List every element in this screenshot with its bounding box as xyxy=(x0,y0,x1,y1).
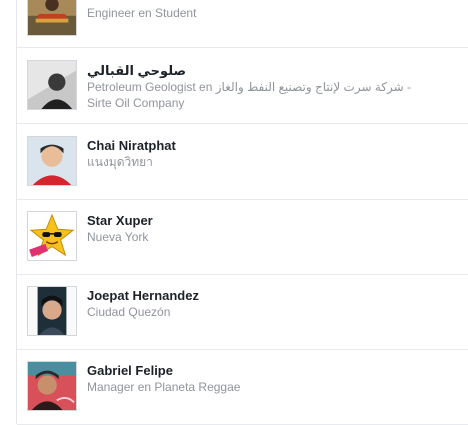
grayscale-portrait-photo xyxy=(28,61,76,109)
list-item: Engineer en Student xyxy=(17,0,468,48)
avatar[interactable] xyxy=(27,60,77,110)
friend-subtitle: Nueva York xyxy=(87,230,149,244)
avatar[interactable] xyxy=(27,0,77,36)
friend-subtitle: แนงมุดวิทยา xyxy=(87,155,153,169)
list-item: صلوحي القبالي Petroleum Geologist en شرك… xyxy=(17,48,468,124)
friend-subtitle: Manager en Planeta Reggae xyxy=(87,380,241,394)
list-item: Star Xuper Nueva York xyxy=(17,199,468,275)
young-man-photo xyxy=(28,287,76,335)
avatar[interactable] xyxy=(27,361,77,411)
cartoon-star-sunglasses xyxy=(28,212,76,260)
list-item: Gabriel Felipe Manager en Planeta Reggae xyxy=(17,349,468,425)
avatar[interactable] xyxy=(27,136,77,186)
avatar[interactable] xyxy=(27,211,77,261)
boy-red-shirt-photo xyxy=(28,137,76,185)
friend-subtitle: Petroleum Geologist en شركة سرت لإنتاج و… xyxy=(87,80,412,110)
friend-name[interactable]: Gabriel Felipe xyxy=(87,363,173,378)
list-item: Joepat Hernandez Ciudad Quezón xyxy=(17,274,468,350)
reggae-portrait-photo xyxy=(28,362,76,410)
friend-name[interactable]: Joepat Hernandez xyxy=(87,288,199,303)
list-item: Chai Niratphat แนงมุดวิทยา xyxy=(17,124,468,200)
friend-name[interactable]: Chai Niratphat xyxy=(87,138,176,153)
avatar[interactable] xyxy=(27,286,77,336)
friend-name[interactable]: صلوحي القبالي xyxy=(87,63,186,79)
guitar-player-photo xyxy=(28,0,76,35)
friends-list: Engineer en Student صلوحي القبالي Petrol… xyxy=(16,0,468,425)
friend-name[interactable]: Star Xuper xyxy=(87,213,153,228)
friend-subtitle: Engineer en Student xyxy=(87,6,197,20)
friend-subtitle: Ciudad Quezón xyxy=(87,305,171,319)
